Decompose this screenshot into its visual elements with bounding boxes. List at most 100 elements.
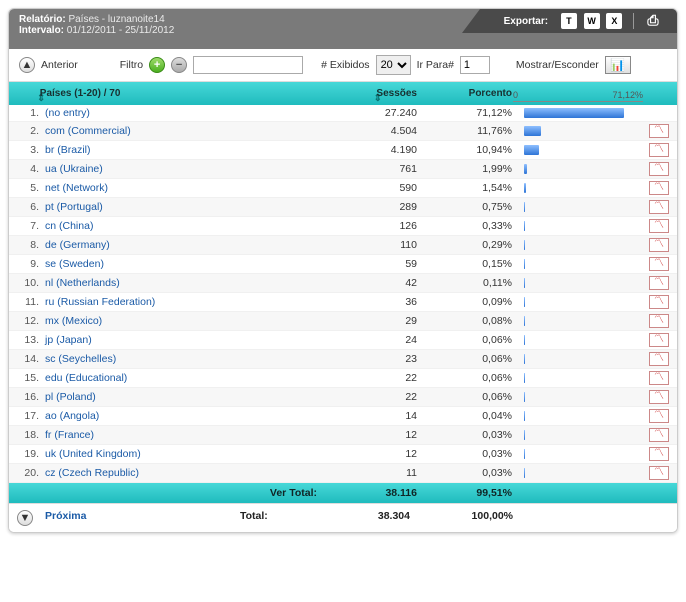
row-country[interactable]: cn (China) (39, 220, 327, 232)
row-index: 17. (17, 410, 39, 422)
row-percent: 11,76% (417, 125, 512, 137)
row-bar (512, 449, 648, 459)
row-sessions: 27.240 (327, 107, 417, 119)
row-index: 9. (17, 258, 39, 270)
row-country[interactable]: (no entry) (39, 107, 327, 119)
row-chart-icon[interactable]: 〽 (649, 257, 669, 271)
export-bar: Exportar: T W X ⎙ (480, 9, 677, 33)
row-percent: 0,29% (417, 239, 512, 251)
row-chart-icon[interactable]: 〽 (649, 143, 669, 157)
col-percent[interactable]: Porcento (417, 88, 512, 99)
subtotal-sessions: 38.116 (327, 487, 417, 499)
row-country[interactable]: mx (Mexico) (39, 315, 327, 327)
report-header: Relatório: Países - luznanoite14 Interva… (9, 9, 677, 49)
table-row: 18.fr (France)120,03%〽 (9, 426, 677, 445)
print-icon[interactable]: ⎙ (645, 13, 661, 29)
row-country[interactable]: sc (Seychelles) (39, 353, 327, 365)
row-chart-icon[interactable]: 〽 (649, 390, 669, 404)
row-country[interactable]: uk (United Kingdom) (39, 448, 327, 460)
row-chart-icon[interactable]: 〽 (649, 409, 669, 423)
export-word-icon[interactable]: W (584, 13, 600, 29)
goto-input[interactable] (460, 56, 490, 74)
row-country[interactable]: pt (Portugal) (39, 201, 327, 213)
row-bar (512, 278, 648, 288)
prev-page-icon[interactable]: ▲ (19, 57, 35, 73)
row-bar (512, 392, 648, 402)
report-title: Países - luznanoite14 (68, 14, 164, 25)
next-page-icon[interactable]: ▼ (17, 510, 33, 526)
export-excel-icon[interactable]: X (606, 13, 622, 29)
subtotal-label[interactable]: Ver Total: (17, 487, 327, 499)
row-chart-icon[interactable]: 〽 (649, 181, 669, 195)
row-country[interactable]: nl (Netherlands) (39, 277, 327, 289)
show-hide-label[interactable]: Mostrar/Esconder (516, 59, 599, 71)
row-country[interactable]: se (Sweden) (39, 258, 327, 270)
col-country[interactable]: Países (1-20) / 70 (17, 88, 327, 99)
row-chart-icon[interactable]: 〽 (649, 295, 669, 309)
row-bar (512, 430, 648, 440)
row-bar (512, 411, 648, 421)
row-sessions: 590 (327, 182, 417, 194)
row-country[interactable]: de (Germany) (39, 239, 327, 251)
row-bar (512, 183, 648, 193)
row-chart-icon[interactable]: 〽 (649, 428, 669, 442)
row-percent: 10,94% (417, 144, 512, 156)
export-txt-icon[interactable]: T (561, 13, 577, 29)
row-chart-icon[interactable]: 〽 (649, 333, 669, 347)
row-country[interactable]: cz (Czech Republic) (39, 467, 327, 479)
row-bar (512, 164, 648, 174)
row-country[interactable]: br (Brazil) (39, 144, 327, 156)
filter-label: Filtro (120, 59, 143, 71)
row-chart-icon[interactable]: 〽 (649, 371, 669, 385)
row-percent: 0,04% (417, 410, 512, 422)
row-percent: 71,12% (417, 107, 512, 119)
row-chart-icon[interactable]: 〽 (649, 124, 669, 138)
row-chart-icon[interactable]: 〽 (649, 238, 669, 252)
report-panel: Relatório: Países - luznanoite14 Interva… (8, 8, 678, 533)
row-index: 14. (17, 353, 39, 365)
row-chart-icon[interactable]: 〽 (649, 314, 669, 328)
prev-label[interactable]: Anterior (41, 59, 78, 71)
row-country[interactable]: pl (Poland) (39, 391, 327, 403)
row-chart-icon[interactable]: 〽 (649, 200, 669, 214)
total-label: Total: (240, 510, 268, 522)
row-country[interactable]: com (Commercial) (39, 125, 327, 137)
remove-filter-icon[interactable]: − (171, 57, 187, 73)
chart-toggle-icon[interactable]: 📊 (605, 56, 631, 74)
row-country[interactable]: jp (Japan) (39, 334, 327, 346)
row-sessions: 22 (327, 372, 417, 384)
subtotal-row: Ver Total: 38.116 99,51% (9, 483, 677, 503)
row-chart-icon[interactable]: 〽 (649, 219, 669, 233)
row-chart-icon[interactable]: 〽 (649, 162, 669, 176)
row-country[interactable]: ua (Ukraine) (39, 163, 327, 175)
row-percent: 0,06% (417, 353, 512, 365)
row-country[interactable]: net (Network) (39, 182, 327, 194)
row-country[interactable]: fr (France) (39, 429, 327, 441)
row-sessions: 36 (327, 296, 417, 308)
table-row: 1.(no entry)27.24071,12% (9, 105, 677, 122)
row-percent: 0,75% (417, 201, 512, 213)
filter-input[interactable] (193, 56, 303, 74)
row-chart-icon[interactable]: 〽 (649, 276, 669, 290)
row-index: 4. (17, 163, 39, 175)
row-chart-icon[interactable]: 〽 (649, 447, 669, 461)
row-index: 1. (17, 107, 39, 119)
row-chart-icon[interactable]: 〽 (649, 466, 669, 480)
row-index: 20. (17, 467, 39, 479)
row-bar (512, 202, 648, 212)
add-filter-icon[interactable]: + (149, 57, 165, 73)
table-row: 12.mx (Mexico)290,08%〽 (9, 312, 677, 331)
row-country[interactable]: ru (Russian Federation) (39, 296, 327, 308)
separator (633, 13, 634, 29)
row-country[interactable]: edu (Educational) (39, 372, 327, 384)
table-row: 15.edu (Educational)220,06%〽 (9, 369, 677, 388)
row-chart-icon[interactable]: 〽 (649, 352, 669, 366)
next-label[interactable]: Próxima (45, 510, 86, 522)
num-shown-label: # Exibidos (321, 59, 369, 71)
row-country[interactable]: ao (Angola) (39, 410, 327, 422)
col-sessions[interactable]: Sessões (327, 88, 417, 99)
num-shown-select[interactable]: 20 (376, 55, 411, 75)
row-bar (512, 297, 648, 307)
row-percent: 0,09% (417, 296, 512, 308)
row-index: 18. (17, 429, 39, 441)
